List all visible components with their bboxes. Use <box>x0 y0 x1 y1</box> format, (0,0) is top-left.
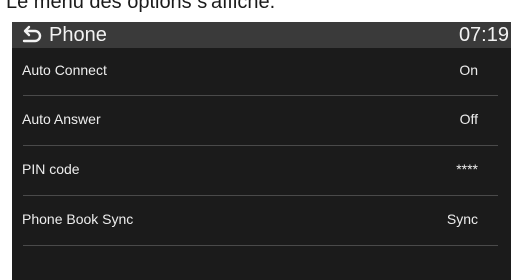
page: Le menu des options s'affiche. Phone 07:… <box>0 0 513 280</box>
setting-row-pin-code[interactable]: PIN code **** <box>12 146 511 196</box>
head-unit-screen: Phone 07:19 Auto Connect On Auto Answer … <box>12 22 511 280</box>
page-title: Phone <box>49 24 107 46</box>
setting-value: On <box>459 62 478 78</box>
setting-row-auto-answer[interactable]: Auto Answer Off <box>12 96 511 146</box>
setting-value: Off <box>459 111 478 127</box>
setting-value: Sync <box>446 211 478 227</box>
back-arrow-icon[interactable] <box>20 24 42 46</box>
setting-label: Auto Connect <box>22 62 107 78</box>
setting-row-phone-book-sync[interactable]: Phone Book Sync Sync <box>12 196 511 246</box>
setting-label: Phone Book Sync <box>22 211 134 227</box>
clock: 07:19 <box>458 24 509 46</box>
setting-value: **** <box>456 161 478 177</box>
caption-text: Le menu des options s'affiche. <box>6 0 276 13</box>
settings-list: Auto Connect On Auto Answer Off PIN code… <box>12 48 511 246</box>
setting-label: Auto Answer <box>22 111 101 127</box>
setting-row-auto-connect[interactable]: Auto Connect On <box>12 48 511 96</box>
setting-label: PIN code <box>22 161 80 177</box>
title-bar: Phone 07:19 <box>12 22 511 48</box>
